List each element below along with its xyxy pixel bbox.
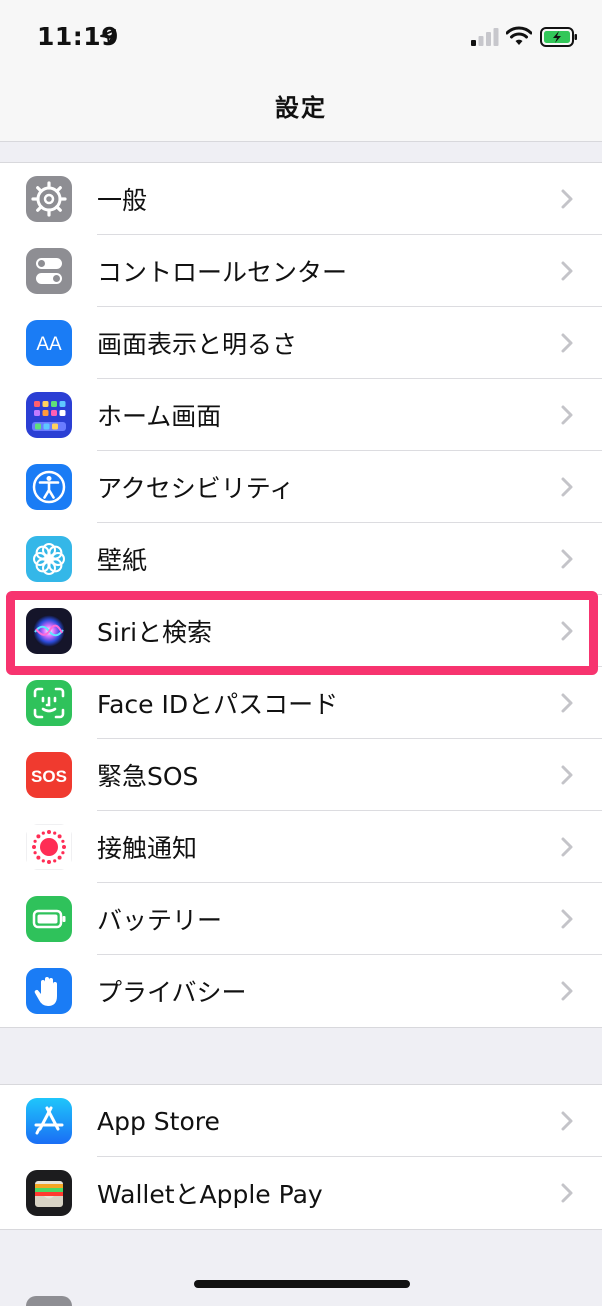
- battery-icon: [26, 896, 72, 942]
- settings-row-wallpaper[interactable]: 壁紙: [0, 523, 602, 595]
- settings-row-label: ホーム画面: [97, 402, 222, 431]
- settings-row-siri-search[interactable]: Siriと検索: [0, 595, 602, 667]
- settings-row-label: 画面表示と明るさ: [97, 330, 298, 359]
- navigation-bar: 設定: [0, 70, 602, 142]
- settings-row-label: Siriと検索: [97, 618, 213, 647]
- settings-row-accessibility[interactable]: アクセシビリティ: [0, 451, 602, 523]
- settings-row-label: 一般: [97, 186, 148, 215]
- page-title: 設定: [275, 94, 327, 122]
- chevron-right-icon: [561, 909, 573, 929]
- cellular-signal-icon: [471, 28, 499, 46]
- battery-charging-icon: [540, 27, 577, 47]
- settings-row-label: 緊急SOS: [97, 762, 199, 791]
- settings-row-privacy[interactable]: プライバシー: [0, 955, 602, 1027]
- chevron-right-icon: [561, 189, 573, 209]
- chevron-right-icon: [561, 1183, 573, 1203]
- chevron-right-icon: [561, 837, 573, 857]
- home-indicator[interactable]: [194, 1280, 410, 1288]
- siri-icon: [26, 608, 72, 654]
- chevron-right-icon: [561, 1111, 573, 1131]
- settings-row-control-center[interactable]: コントロールセンター: [0, 235, 602, 307]
- chevron-right-icon: [561, 981, 573, 1001]
- chevron-right-icon: [561, 477, 573, 497]
- settings-row-emergency-sos[interactable]: SOS 緊急SOS: [0, 739, 602, 811]
- flower-icon: [26, 536, 72, 582]
- settings-row-label: App Store: [97, 1106, 220, 1136]
- chevron-right-icon: [561, 333, 573, 353]
- settings-group-store: App Store WalletとApple Pay: [0, 1084, 602, 1230]
- settings-row-app-store[interactable]: App Store: [0, 1085, 602, 1157]
- sos-icon: SOS: [26, 752, 72, 798]
- face-id-icon: [26, 680, 72, 726]
- settings-row-label: プライバシー: [97, 978, 247, 1007]
- settings-row-label: アクセシビリティ: [97, 474, 295, 503]
- accessibility-icon: [26, 464, 72, 510]
- settings-row-home-screen[interactable]: ホーム画面: [0, 379, 602, 451]
- settings-row-battery[interactable]: バッテリー: [0, 883, 602, 955]
- settings-row-exposure-notification[interactable]: 接触通知: [0, 811, 602, 883]
- settings-row-face-id-passcode[interactable]: Face IDとパスコード: [0, 667, 602, 739]
- next-row-icon-peek: [26, 1296, 72, 1306]
- toggles-icon: [26, 248, 72, 294]
- settings-row-label: 接触通知: [97, 834, 198, 863]
- text-size-icon: AA: [26, 320, 72, 366]
- chevron-right-icon: [561, 261, 573, 281]
- settings-group-main: 一般 コントロールセンター AA 画面表示と明るさ ホーム画面 アクセシビリティ…: [0, 162, 602, 1028]
- settings-row-label: 壁紙: [97, 546, 148, 575]
- settings-row-label: WalletとApple Pay: [97, 1180, 323, 1209]
- settings-row-label: バッテリー: [97, 906, 223, 935]
- settings-row-general[interactable]: 一般: [0, 163, 602, 235]
- settings-row-wallet-apple-pay[interactable]: WalletとApple Pay: [0, 1157, 602, 1229]
- chevron-right-icon: [561, 405, 573, 425]
- home-screen-grid-icon: [26, 392, 72, 438]
- wifi-icon: [506, 26, 532, 45]
- app-store-icon: [26, 1098, 72, 1144]
- chevron-right-icon: [561, 765, 573, 785]
- sos-icon-text: SOS: [31, 767, 67, 786]
- chevron-right-icon: [561, 693, 573, 713]
- gear-icon: [26, 176, 72, 222]
- settings-row-label: コントロールセンター: [97, 258, 348, 287]
- hand-icon: [26, 968, 72, 1014]
- location-arrow-icon: [100, 29, 116, 45]
- settings-row-display-brightness[interactable]: AA 画面表示と明るさ: [0, 307, 602, 379]
- status-bar: 11:19: [0, 0, 602, 70]
- chevron-right-icon: [561, 549, 573, 569]
- wallet-icon: [26, 1170, 72, 1216]
- settings-row-label: Face IDとパスコード: [97, 690, 339, 719]
- chevron-right-icon: [561, 621, 573, 641]
- exposure-notification-icon: [26, 824, 72, 870]
- svg-text:AA: AA: [36, 334, 62, 355]
